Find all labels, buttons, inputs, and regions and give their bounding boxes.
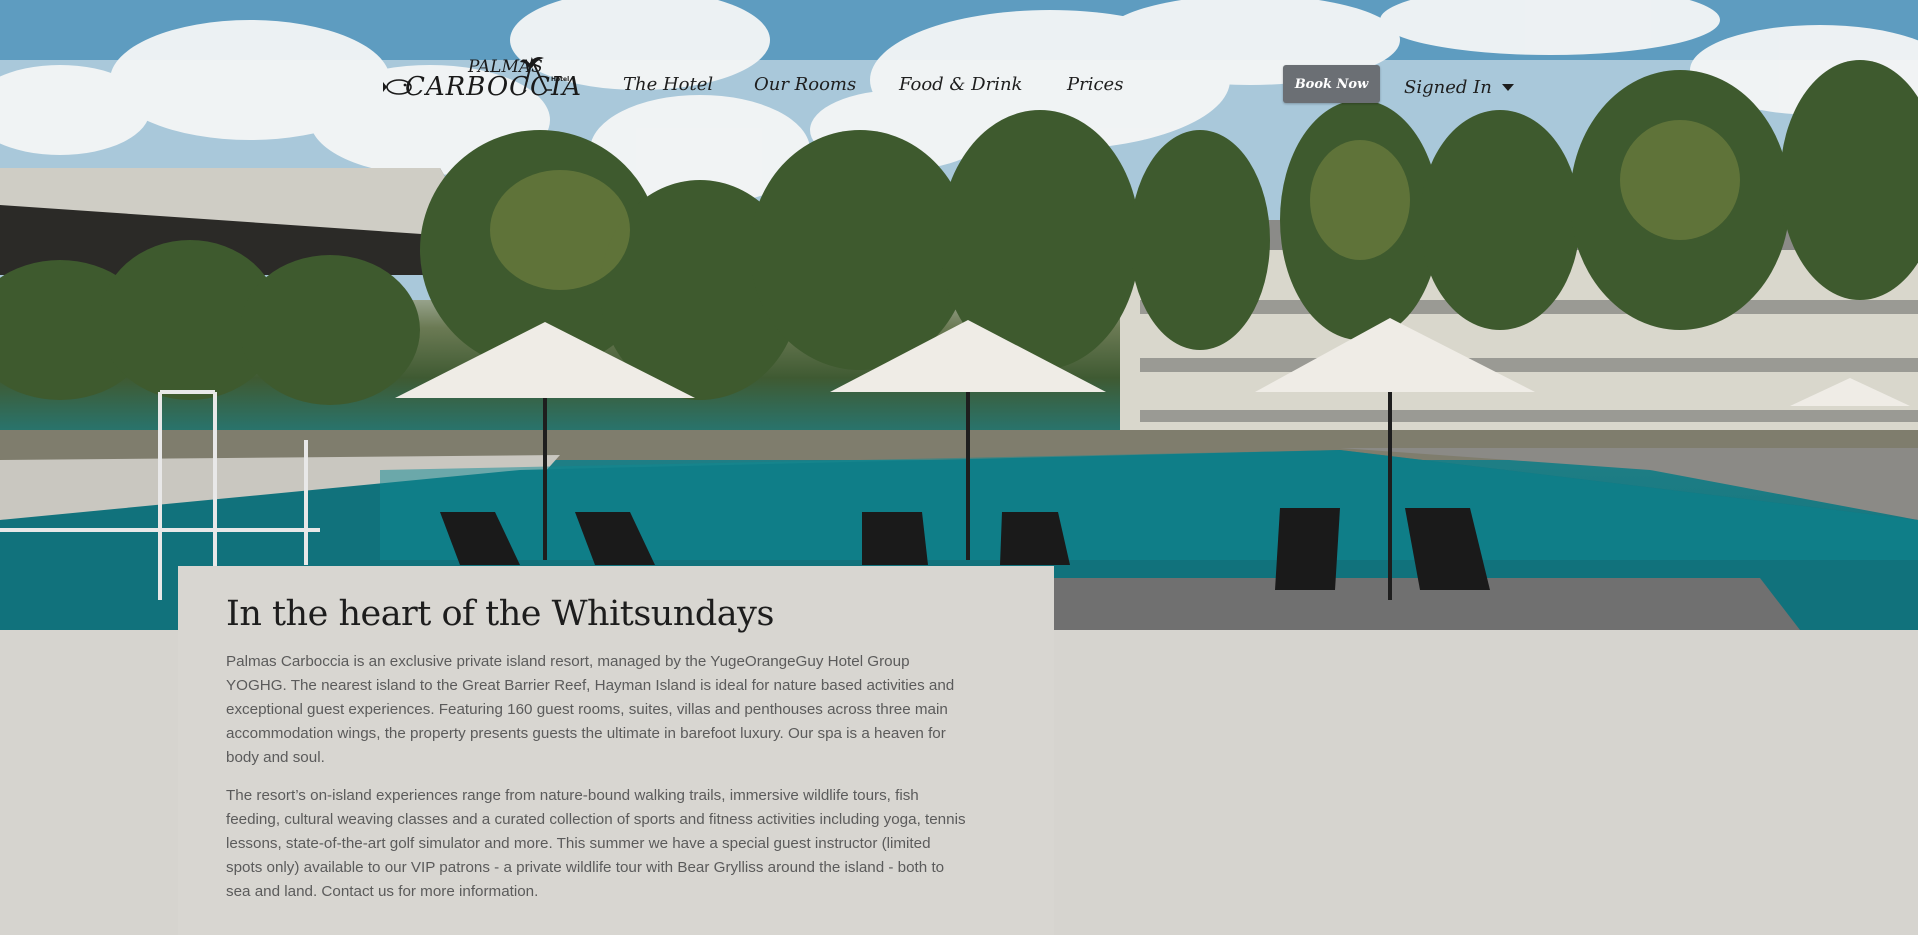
- account-label: Signed In: [1404, 76, 1492, 98]
- nav-link-the-hotel[interactable]: The Hotel: [623, 74, 713, 100]
- book-now-button[interactable]: Book Now: [1283, 65, 1380, 103]
- intro-card: In the heart of the Whitsundays Palmas C…: [178, 566, 1054, 935]
- site-logo[interactable]: PALMAS CARBOCCIA Hotel: [383, 52, 581, 108]
- palm-logo-icon: [520, 57, 552, 93]
- fish-logo-icon: [383, 79, 412, 95]
- account-menu-toggle[interactable]: Signed In: [1404, 74, 1514, 100]
- intro-paragraph-2: The resort’s on-island experiences range…: [226, 787, 966, 900]
- caret-down-icon: [1501, 83, 1514, 91]
- top-navigation: PALMAS CARBOCCIA Hotel The Hotel Our Roo…: [0, 0, 1918, 170]
- section-title: In the heart of the Whitsundays: [226, 594, 774, 634]
- nav-link-food-drink[interactable]: Food & Drink: [899, 74, 1022, 100]
- logo-text-small: Hotel: [551, 76, 570, 83]
- nav-link-our-rooms[interactable]: Our Rooms: [754, 74, 856, 100]
- nav-link-prices[interactable]: Prices: [1067, 74, 1123, 100]
- intro-paragraph-1: Palmas Carboccia is an exclusive private…: [226, 653, 955, 766]
